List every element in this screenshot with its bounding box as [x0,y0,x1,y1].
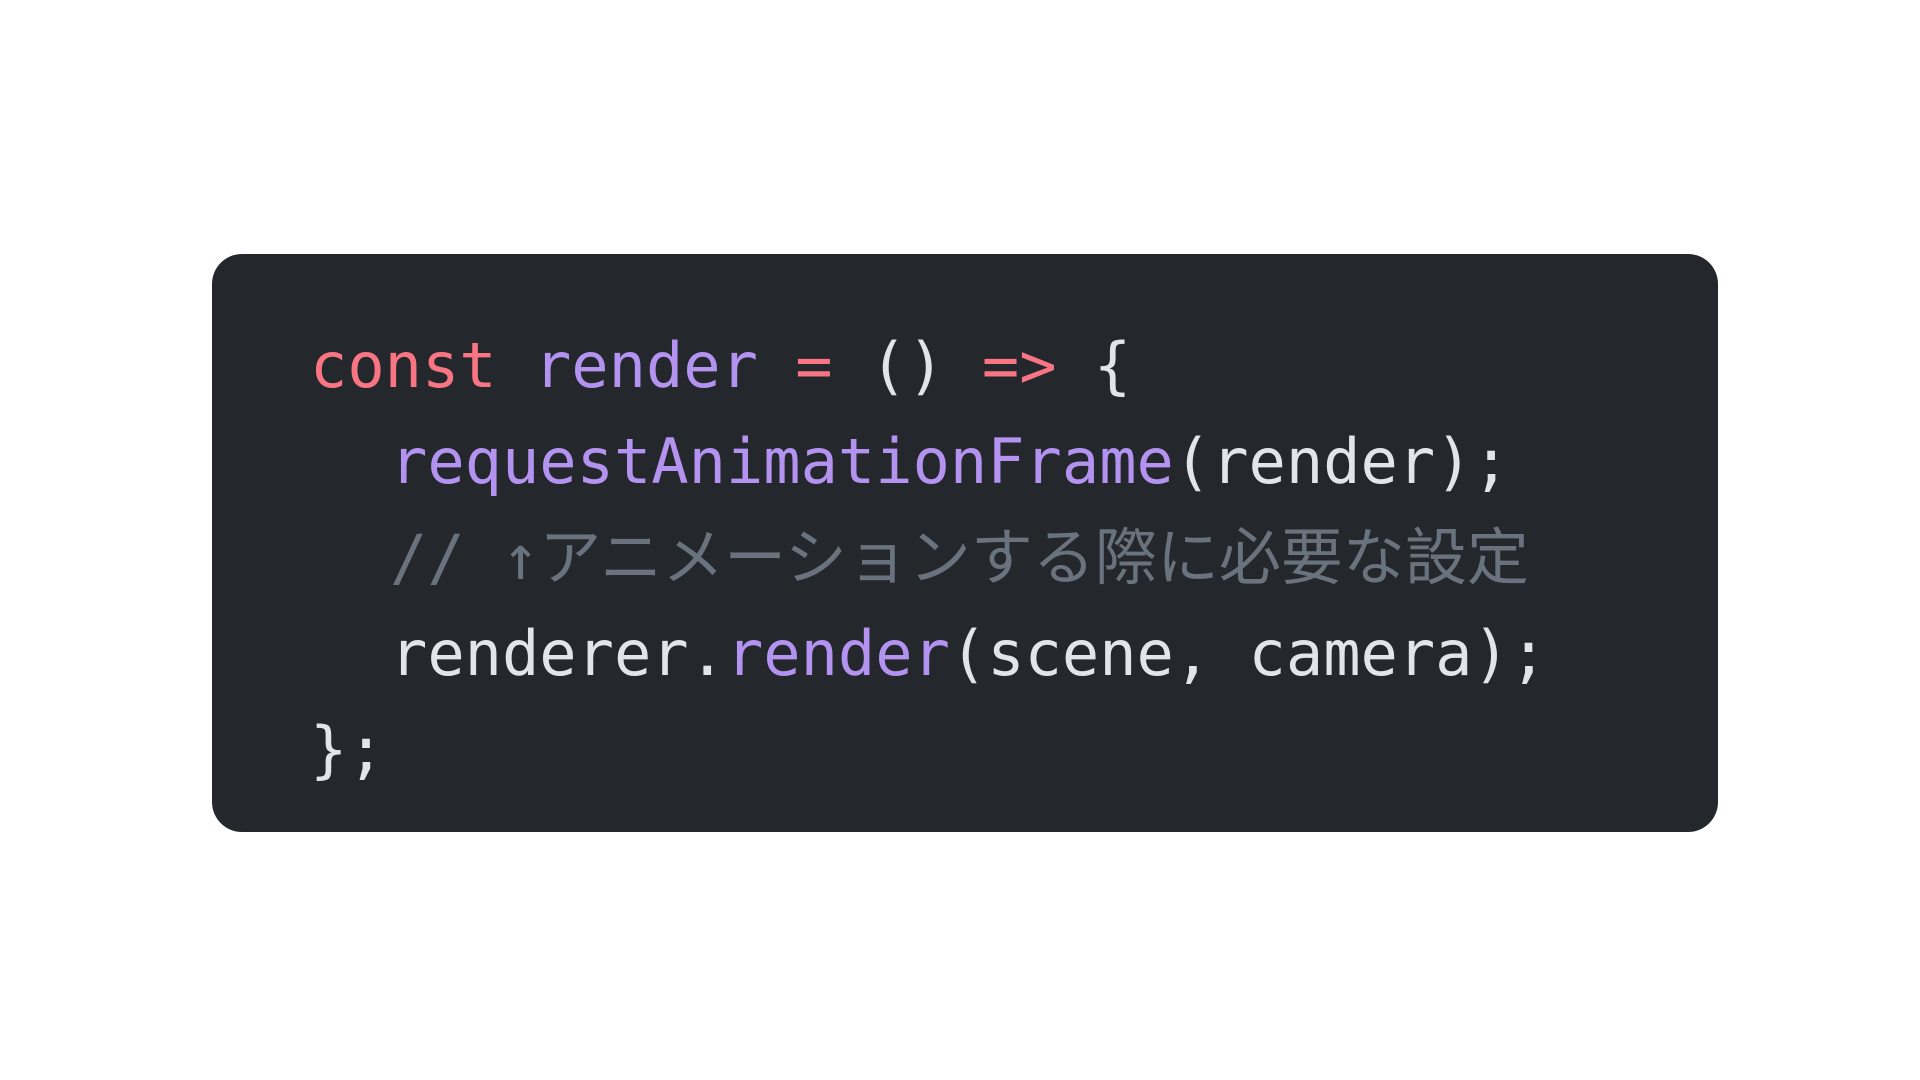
call-arguments: (render); [1173,425,1510,498]
function-request-animation-frame: requestAnimationFrame [390,425,1174,498]
brace-close: }; [310,713,385,786]
parameter-parens: () [869,329,945,402]
code-comment: // ↑アニメーションする際に必要な設定 [390,521,1529,594]
identifier-render: render [533,329,758,402]
keyword-const: const [310,329,497,402]
method-render: render [725,617,950,690]
code-line-3: // ↑アニメーションする際に必要な設定 [310,510,1718,606]
operator-assign: = [795,329,833,402]
call-arguments: (scene, camera); [949,617,1548,690]
code-line-4: renderer.render(scene, camera); [310,606,1718,702]
code-line-2: requestAnimationFrame(render); [310,414,1718,510]
object-renderer: renderer. [390,617,726,690]
brace-open: { [1093,329,1132,402]
operator-arrow: => [981,329,1057,402]
code-line-5: }; [310,702,1718,798]
code-line-1: const render = () => { [310,318,1718,414]
code-block: const render = () => { requestAnimationF… [212,254,1718,832]
